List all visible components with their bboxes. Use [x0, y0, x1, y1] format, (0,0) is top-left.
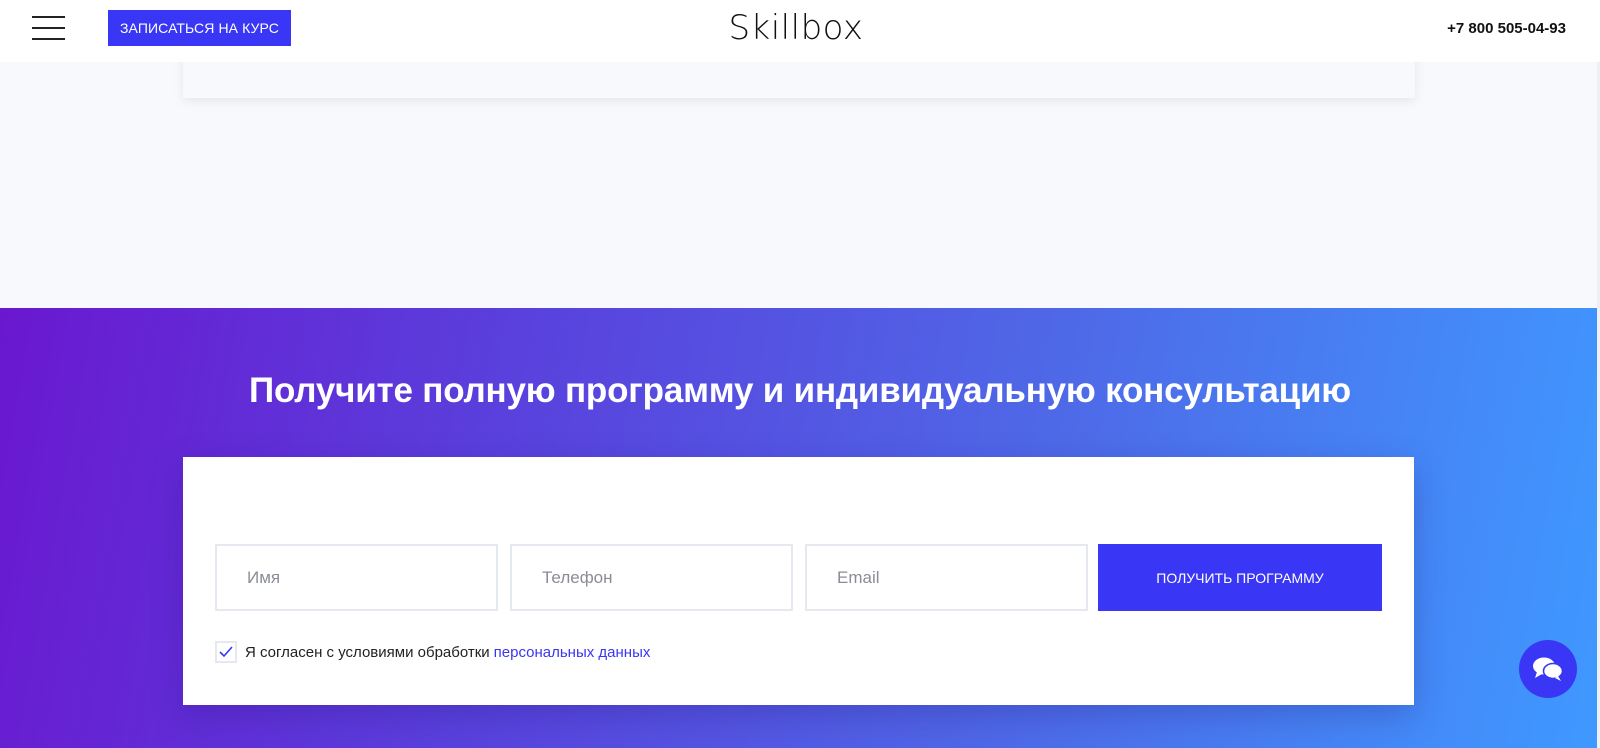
email-input[interactable]	[805, 544, 1088, 611]
phone-input[interactable]	[510, 544, 793, 611]
site-header: ЗАПИСАТЬСЯ НА КУРС Skillbox +7 800 505-0…	[0, 0, 1600, 62]
skillbox-logo[interactable]: Skillbox	[0, 8, 1600, 48]
get-program-button[interactable]: ПОЛУЧИТЬ ПРОГРАММУ	[1098, 544, 1382, 611]
consent-row: Я согласен с условиями обработки персона…	[215, 641, 650, 663]
personal-data-link[interactable]: персональных данных	[494, 644, 651, 661]
name-input[interactable]	[215, 544, 498, 611]
chat-widget-button[interactable]	[1519, 640, 1577, 698]
program-request-form: ПОЛУЧИТЬ ПРОГРАММУ Я согласен с условиям…	[183, 457, 1414, 705]
consent-text: Я согласен с условиями обработки	[245, 643, 490, 661]
chat-bubbles-icon	[1533, 657, 1564, 681]
section-title: Получите полную программу и индивидуальн…	[249, 371, 1351, 410]
program-request-section: Получите полную программу и индивидуальн…	[0, 308, 1600, 748]
checkmark-icon	[219, 646, 233, 658]
phone-number[interactable]: +7 800 505-04-93	[1447, 20, 1566, 37]
consent-checkbox[interactable]	[215, 641, 237, 663]
